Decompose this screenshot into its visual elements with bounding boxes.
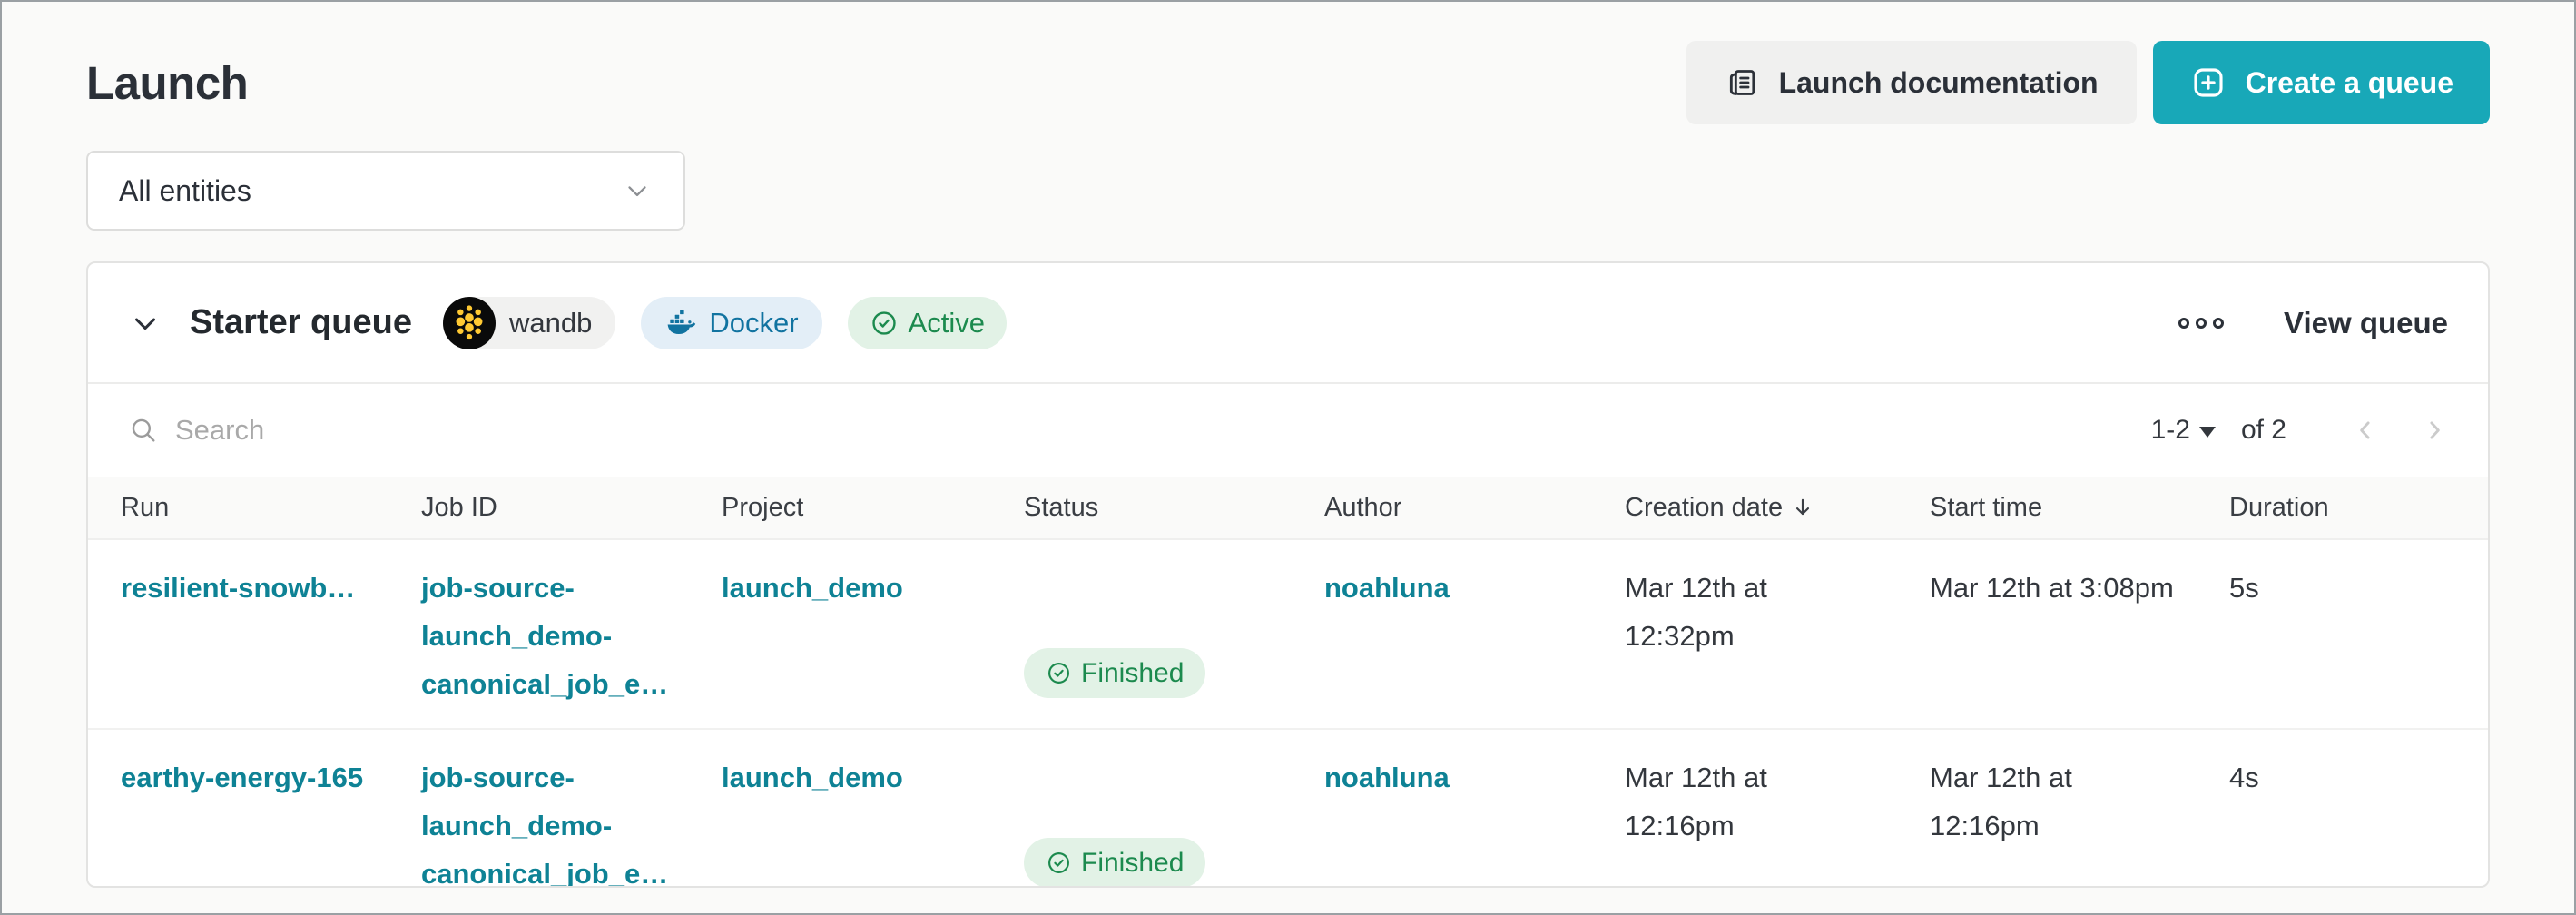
project-link[interactable]: launch_demo [722,762,903,793]
check-circle-icon [1046,802,1072,888]
page-total-label: of 2 [2241,415,2286,446]
view-queue-button[interactable]: View queue [2284,306,2448,340]
job-id-cell: job-source- launch_demo- canonical_job_e… [421,564,722,708]
column-header-creation-date[interactable]: Creation date [1625,493,1930,523]
column-header-start-time[interactable]: Start time [1930,493,2229,523]
queue-card: Starter queue wandb [86,261,2490,888]
run-cell: earthy-energy-165 [121,753,421,802]
queue-state-label: Active [909,307,985,339]
status-cell: Finished [1024,753,1324,888]
arrow-down-icon [1791,496,1814,519]
status-label: Finished [1081,839,1184,887]
resource-badge-docker: Docker [641,297,821,349]
author-link[interactable]: noahluna [1324,572,1450,604]
chevron-left-icon[interactable] [2352,417,2379,444]
column-header-job-id[interactable]: Job ID [421,493,722,523]
collapse-chevron-icon[interactable] [128,306,162,340]
page-title: Launch [86,56,248,110]
page-range-value: 1-2 [2151,415,2190,446]
launch-documentation-label: Launch documentation [1779,66,2099,100]
resource-badge-label: Docker [709,307,798,339]
entity-badge-wandb[interactable]: wandb [443,297,615,349]
create-a-queue-label: Create a queue [2246,66,2453,100]
table-row: resilient-snowb… job-source- launch_demo… [88,540,2488,730]
author-link[interactable]: noahluna [1324,762,1450,793]
status-cell: Finished [1024,564,1324,698]
caret-down-icon [2199,427,2216,438]
project-link[interactable]: launch_demo [722,572,903,604]
chevron-down-icon [622,175,653,206]
entity-filter-value: All entities [119,174,251,208]
page-range-dropdown[interactable]: 1-2 [2151,415,2216,446]
docker-whale-icon [664,307,697,339]
duration-cell: 4s [2229,753,2488,802]
plus-square-icon [2189,64,2227,102]
entity-badge-label: wandb [509,307,592,339]
run-cell: resilient-snowb… [121,564,421,612]
status-badge: Finished [1024,838,1205,888]
queue-header: Starter queue wandb [88,263,2488,384]
project-cell: launch_demo [722,564,1024,612]
creation-date-cell: Mar 12th at 12:16pm [1625,753,1930,850]
check-circle-icon [1046,612,1072,734]
search-icon [128,415,159,446]
launch-documentation-button[interactable]: Launch documentation [1686,41,2137,124]
column-header-author[interactable]: Author [1324,493,1625,523]
creation-date-cell: Mar 12th at 12:32pm [1625,564,1930,660]
start-time-cell: Mar 12th at 3:08pm [1930,564,2229,612]
pagination: 1-2 of 2 [2151,415,2448,446]
create-a-queue-button[interactable]: Create a queue [2153,41,2490,124]
job-id-link[interactable]: job-source- launch_demo- canonical_job_e… [421,572,668,700]
topbar-actions: Launch documentation Create a queue [1686,41,2490,124]
overflow-menu-icon[interactable] [2169,309,2233,338]
author-cell: noahluna [1324,564,1625,612]
topbar: Launch Launch documentation [86,40,2490,125]
table-header: Run Job ID Project Status Author Creatio… [88,477,2488,540]
column-header-project[interactable]: Project [722,493,1024,523]
queue-title: Starter queue [190,303,412,342]
search-row: 1-2 of 2 [88,384,2488,477]
wandb-logo [443,297,496,349]
check-circle-icon [870,309,899,338]
run-link[interactable]: earthy-energy-165 [121,762,363,793]
chevron-right-icon[interactable] [2421,417,2448,444]
book-icon [1725,64,1761,101]
column-header-duration[interactable]: Duration [2229,493,2488,523]
project-cell: launch_demo [722,753,1024,802]
status-badge: Finished [1024,648,1205,698]
launch-page: Launch Launch documentation [0,0,2576,915]
pagination-nav [2352,417,2448,444]
duration-cell: 5s [2229,564,2488,612]
column-header-run[interactable]: Run [121,493,421,523]
table-row: earthy-energy-165 job-source- launch_dem… [88,730,2488,888]
author-cell: noahluna [1324,753,1625,802]
queue-state-badge: Active [848,297,1007,349]
run-link[interactable]: resilient-snowb… [121,572,355,604]
column-header-status[interactable]: Status [1024,493,1324,523]
job-id-link[interactable]: job-source- launch_demo- canonical_job_e… [421,762,668,888]
search-input[interactable] [175,414,811,447]
entity-filter-select[interactable]: All entities [86,151,685,231]
status-label: Finished [1081,649,1184,697]
start-time-cell: Mar 12th at 12:16pm [1930,753,2229,850]
job-id-cell: job-source- launch_demo- canonical_job_e… [421,753,722,888]
